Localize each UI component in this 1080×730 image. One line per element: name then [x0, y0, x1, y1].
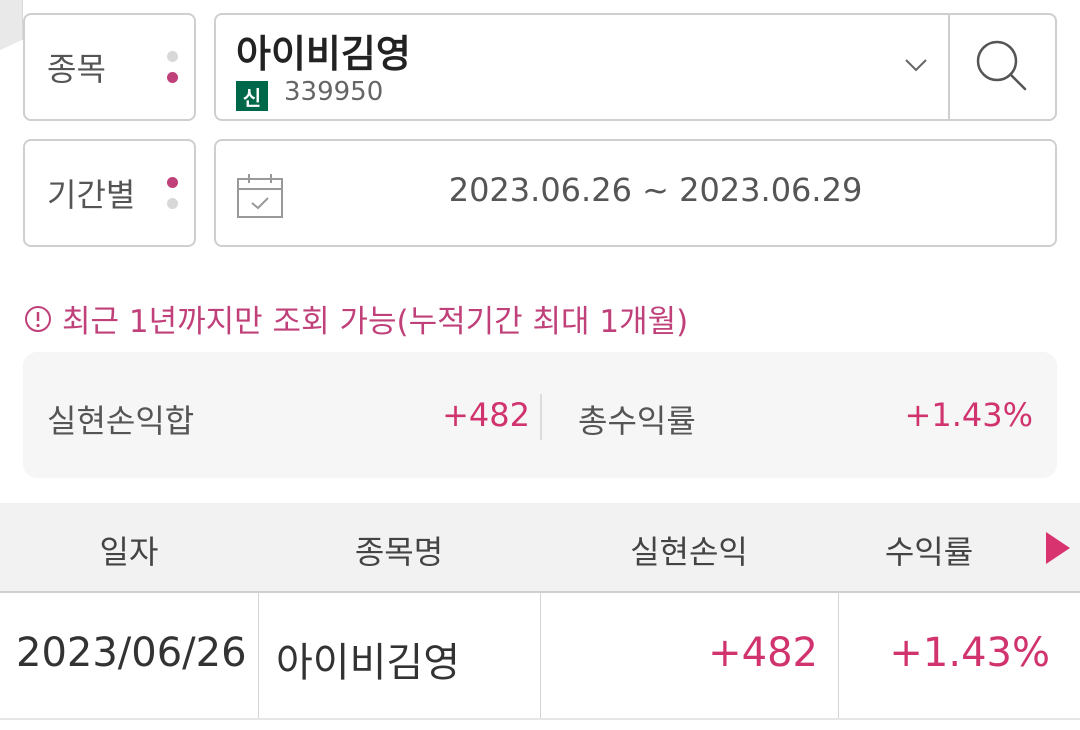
row-realized-pl: +482 — [708, 630, 818, 676]
notice-text: 최근 1년까지만 조회 가능(누적기간 최대 1개월) — [62, 304, 689, 340]
stock-selector[interactable]: 아이비김영 신 339950 — [214, 13, 1057, 121]
row-date: 2023/06/26 — [16, 630, 247, 676]
total-return-value: +1.43% — [904, 396, 1033, 434]
query-notice: 최근 1년까지만 조회 가능(누적기간 최대 1개월) — [24, 296, 688, 341]
toggle-dots-icon — [167, 177, 178, 209]
summary-panel: 실현손익합 +482 총수익률 +1.43% — [23, 352, 1057, 478]
summary-divider — [540, 394, 542, 440]
row-stock-name: 아이비김영 — [276, 640, 460, 686]
column-header-date[interactable]: 일자 — [0, 527, 258, 573]
table-row[interactable]: 2023/06/26 아이비김영 +482 +1.43% — [0, 592, 1080, 720]
period-label-text: 기간별 — [47, 176, 136, 214]
chevron-down-icon[interactable] — [904, 53, 928, 77]
stock-code: 339950 — [284, 77, 384, 107]
date-range-text: 2023.06.26 ~ 2023.06.29 — [448, 171, 863, 209]
toggle-dots-icon — [167, 51, 178, 83]
new-listing-badge: 신 — [236, 81, 268, 111]
date-range-selector[interactable]: 2023.06.26 ~ 2023.06.29 — [214, 139, 1057, 247]
search-button[interactable] — [950, 15, 1055, 119]
realized-pl-label: 실현손익합 — [47, 402, 195, 440]
column-header-realized-pl[interactable]: 실현손익 — [540, 527, 838, 573]
column-header-return[interactable]: 수익률 — [838, 527, 1020, 573]
realized-pl-value: +482 — [442, 396, 530, 434]
table-header: 일자 종목명 실현손익 수익률 — [0, 503, 1080, 593]
page-corner-fold — [0, 0, 24, 52]
total-return-label: 총수익률 — [578, 402, 696, 440]
row-return: +1.43% — [889, 630, 1050, 676]
stock-filter-label[interactable]: 종목 — [23, 13, 196, 121]
column-header-stock-name[interactable]: 종목명 — [258, 527, 540, 573]
info-icon — [25, 305, 51, 332]
stock-label-text: 종목 — [47, 50, 106, 88]
next-arrow-icon[interactable] — [1046, 532, 1070, 564]
search-icon — [976, 40, 1026, 91]
period-filter-label[interactable]: 기간별 — [23, 139, 196, 247]
stock-name: 아이비김영 — [236, 32, 411, 76]
